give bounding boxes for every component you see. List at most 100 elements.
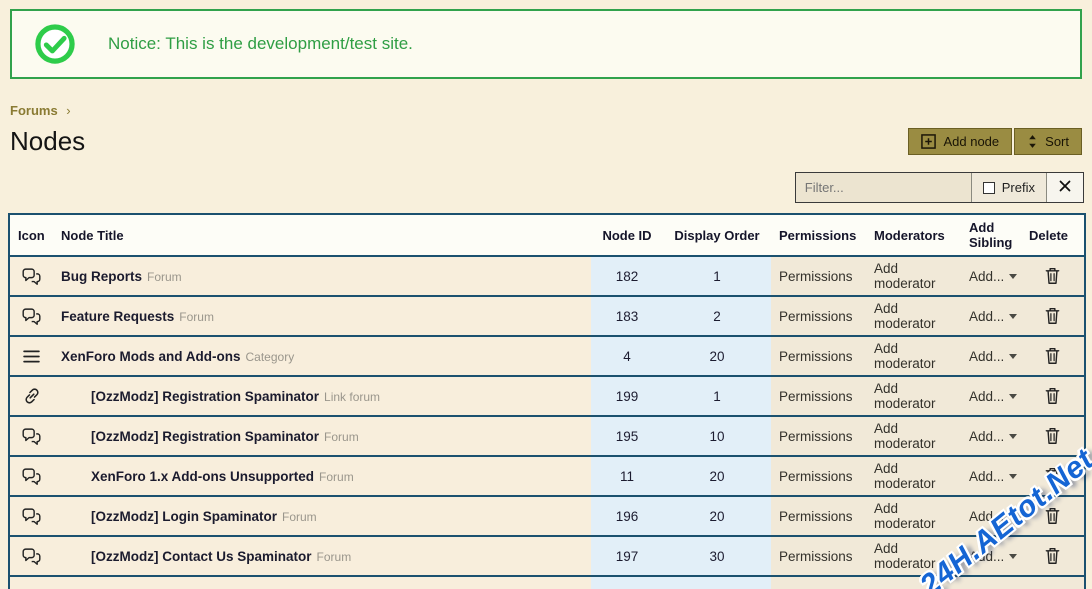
add-moderator-link[interactable]: Add moderator	[874, 501, 936, 531]
node-title-link[interactable]: XenForo 1.x Add-ons Unsupported	[91, 469, 314, 484]
add-sibling-cell	[961, 576, 1021, 589]
trash-icon	[1044, 266, 1061, 285]
node-id-cell: 195	[591, 416, 663, 456]
node-title-cell: [OzzModz] Registration SpaminatorLink fo…	[53, 376, 591, 416]
add-moderator-link[interactable]: Add moderator	[874, 461, 936, 491]
add-sibling-menu[interactable]: Add...	[969, 269, 1017, 284]
comments-icon	[22, 308, 41, 323]
header-node-id: Node ID	[591, 214, 663, 256]
permissions-cell: Permissions	[771, 336, 866, 376]
moderators-cell	[866, 576, 961, 589]
add-moderator-link[interactable]: Add moderator	[874, 381, 936, 411]
trash-icon	[1044, 346, 1061, 365]
caret-down-icon	[1009, 274, 1017, 279]
link-icon	[23, 388, 41, 403]
node-icon-cell	[9, 496, 53, 536]
delete-button[interactable]	[1042, 344, 1063, 367]
delete-button[interactable]	[1042, 304, 1063, 327]
page-title: Nodes	[10, 126, 85, 157]
permissions-link[interactable]: Permissions	[779, 469, 853, 484]
permissions-link[interactable]: Permissions	[779, 509, 853, 524]
node-type-label: Forum	[324, 430, 359, 444]
permissions-cell	[771, 576, 866, 589]
table-row	[9, 576, 1085, 589]
add-moderator-link[interactable]: Add moderator	[874, 541, 936, 571]
notice-text: Notice: This is the development/test sit…	[108, 34, 413, 54]
add-sibling-menu[interactable]: Add...	[969, 429, 1017, 444]
plus-square-icon	[921, 134, 936, 149]
node-icon-cell	[9, 296, 53, 336]
permissions-cell: Permissions	[771, 536, 866, 576]
filter-close-button[interactable]	[1047, 173, 1083, 202]
node-id-cell	[591, 576, 663, 589]
display-order-cell: 1	[663, 376, 771, 416]
node-title-cell	[53, 576, 591, 589]
permissions-link[interactable]: Permissions	[779, 429, 853, 444]
node-title-link[interactable]: [OzzModz] Login Spaminator	[91, 509, 277, 524]
breadcrumb-forums-link[interactable]: Forums	[10, 103, 58, 118]
add-sibling-menu[interactable]: Add...	[969, 389, 1017, 404]
display-order-cell: 30	[663, 536, 771, 576]
delete-button[interactable]	[1042, 264, 1063, 287]
delete-cell	[1021, 576, 1085, 589]
node-title-link[interactable]: Bug Reports	[61, 269, 142, 284]
prefix-label: Prefix	[1002, 180, 1035, 195]
prefix-toggle[interactable]: Prefix	[972, 173, 1047, 202]
filter-input[interactable]	[796, 173, 972, 202]
caret-down-icon	[1009, 554, 1017, 559]
display-order-cell: 2	[663, 296, 771, 336]
permissions-link[interactable]: Permissions	[779, 549, 853, 564]
add-moderator-link[interactable]: Add moderator	[874, 261, 936, 291]
node-title-cell: XenForo 1.x Add-ons UnsupportedForum	[53, 456, 591, 496]
comments-icon	[22, 508, 41, 523]
comments-icon	[22, 428, 41, 443]
trash-icon	[1044, 506, 1061, 525]
add-sibling-cell: Add...	[961, 256, 1021, 296]
moderators-cell: Add moderator	[866, 496, 961, 536]
trash-icon	[1044, 386, 1061, 405]
node-title-cell: [OzzModz] Registration Spaminator Forum	[53, 416, 591, 456]
node-id-cell: 4	[591, 336, 663, 376]
prefix-checkbox[interactable]	[983, 182, 995, 194]
permissions-cell: Permissions	[771, 496, 866, 536]
node-title-link[interactable]: XenForo Mods and Add-ons	[61, 349, 241, 364]
add-moderator-link[interactable]: Add moderator	[874, 421, 936, 451]
display-order-cell: 20	[663, 336, 771, 376]
add-sibling-menu[interactable]: Add...	[969, 309, 1017, 324]
permissions-cell: Permissions	[771, 456, 866, 496]
add-sibling-menu[interactable]: Add...	[969, 509, 1017, 524]
sort-button[interactable]: Sort	[1014, 128, 1082, 155]
add-moderator-link[interactable]: Add moderator	[874, 301, 936, 331]
display-order-cell: 1	[663, 256, 771, 296]
delete-button[interactable]	[1042, 504, 1063, 527]
node-icon-cell	[9, 336, 53, 376]
permissions-link[interactable]: Permissions	[779, 269, 853, 284]
add-moderator-link[interactable]: Add moderator	[874, 341, 936, 371]
permissions-link[interactable]: Permissions	[779, 309, 853, 324]
node-id-cell: 183	[591, 296, 663, 336]
delete-cell	[1021, 496, 1085, 536]
node-title-link[interactable]: Feature Requests	[61, 309, 174, 324]
node-title-link[interactable]: [OzzModz] Contact Us Spaminator	[91, 549, 312, 564]
permissions-link[interactable]: Permissions	[779, 349, 853, 364]
sort-arrows-icon	[1027, 134, 1038, 149]
node-icon-cell	[9, 376, 53, 416]
permissions-link[interactable]: Permissions	[779, 389, 853, 404]
add-sibling-menu[interactable]: Add...	[969, 469, 1017, 484]
node-title-link[interactable]: [OzzModz] Registration Spaminator	[91, 389, 319, 404]
delete-cell	[1021, 256, 1085, 296]
add-node-button[interactable]: Add node	[908, 128, 1012, 155]
nodes-table: Icon Node Title Node ID Display Order Pe…	[8, 213, 1086, 589]
table-row: [OzzModz] Registration SpaminatorLink fo…	[9, 376, 1085, 416]
add-sibling-menu[interactable]: Add...	[969, 549, 1017, 564]
node-title-link[interactable]: [OzzModz] Registration Spaminator	[91, 429, 319, 444]
node-title-cell: XenForo Mods and Add-onsCategory	[53, 336, 591, 376]
delete-button[interactable]	[1042, 544, 1063, 567]
toolbar: Add node Sort	[908, 128, 1082, 155]
delete-button[interactable]	[1042, 464, 1063, 487]
delete-button[interactable]	[1042, 384, 1063, 407]
delete-button[interactable]	[1042, 424, 1063, 447]
add-sibling-menu[interactable]: Add...	[969, 349, 1017, 364]
add-sibling-cell: Add...	[961, 376, 1021, 416]
add-sibling-cell: Add...	[961, 416, 1021, 456]
